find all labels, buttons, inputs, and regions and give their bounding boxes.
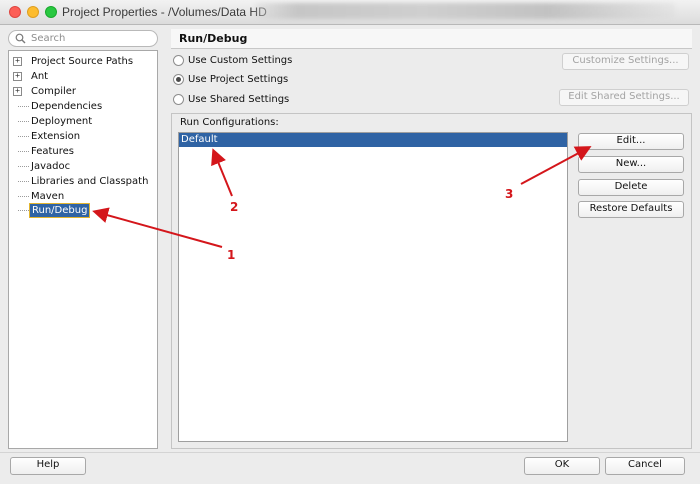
tree-connector <box>18 166 29 167</box>
tree-connector <box>18 106 29 107</box>
radio-label: Use Shared Settings <box>188 94 290 105</box>
edit-shared-settings-button[interactable]: Edit Shared Settings... <box>559 89 689 106</box>
annotation-label-2: 2 <box>230 200 239 214</box>
page-title: Run/Debug <box>171 29 692 49</box>
tree-connector <box>18 121 29 122</box>
tree-connector <box>18 196 29 197</box>
annotation-label-1: 1 <box>227 248 236 262</box>
search-icon <box>15 33 26 44</box>
cancel-button[interactable]: Cancel <box>605 457 685 475</box>
tree-connector <box>18 151 29 152</box>
tree-item-label: Compiler <box>31 86 77 97</box>
tree-connector <box>18 210 29 211</box>
restore-defaults-button[interactable]: Restore Defaults <box>578 201 684 218</box>
radio-button[interactable] <box>173 94 184 105</box>
tree-item-label: Libraries and Classpath <box>31 176 149 187</box>
tree-item-label: Maven <box>31 191 65 202</box>
radio-button[interactable] <box>173 55 184 66</box>
new-button[interactable]: New... <box>578 156 684 173</box>
edit-button[interactable]: Edit... <box>578 133 684 150</box>
tree-item-label: Ant <box>31 71 49 82</box>
search-input[interactable] <box>31 32 151 45</box>
close-window-button[interactable] <box>9 6 21 18</box>
annotation-label-3: 3 <box>505 187 514 201</box>
expand-icon[interactable]: + <box>13 87 22 96</box>
tree-item-label: Deployment <box>31 116 93 127</box>
footer-divider <box>0 452 700 453</box>
help-button[interactable]: Help <box>10 457 86 475</box>
customize-settings-button[interactable]: Customize Settings... <box>562 53 689 70</box>
tree-connector <box>18 136 29 137</box>
tree-item-label: Features <box>31 146 74 157</box>
expand-icon[interactable]: + <box>13 57 22 66</box>
list-item[interactable]: Default <box>179 133 567 147</box>
tree-item-label: Run/Debug <box>29 203 91 218</box>
radio-label: Use Project Settings <box>188 74 289 85</box>
run-configurations-list[interactable]: Default <box>178 132 568 442</box>
search-field[interactable] <box>8 30 158 47</box>
category-tree: + Project Source Paths + Ant + Compiler … <box>8 50 158 449</box>
run-configurations-label: Run Configurations: <box>180 117 279 128</box>
tree-item-label: Extension <box>31 131 81 142</box>
tree-item-label: Dependencies <box>31 101 103 112</box>
radio-label: Use Custom Settings <box>188 55 293 66</box>
tree-item-label: Javadoc <box>31 161 71 172</box>
expand-icon[interactable]: + <box>13 72 22 81</box>
zoom-window-button[interactable] <box>45 6 57 18</box>
window-title: Project Properties - /Volumes/Data HD <box>62 5 267 19</box>
tree-item-label: Project Source Paths <box>31 56 134 67</box>
tree-connector <box>18 181 29 182</box>
radio-button[interactable] <box>173 74 184 85</box>
title-bar: Project Properties - /Volumes/Data HD <box>0 0 700 25</box>
delete-button[interactable]: Delete <box>578 179 684 196</box>
minimize-window-button[interactable] <box>27 6 39 18</box>
ok-button[interactable]: OK <box>524 457 600 475</box>
redacted-path <box>255 3 675 19</box>
